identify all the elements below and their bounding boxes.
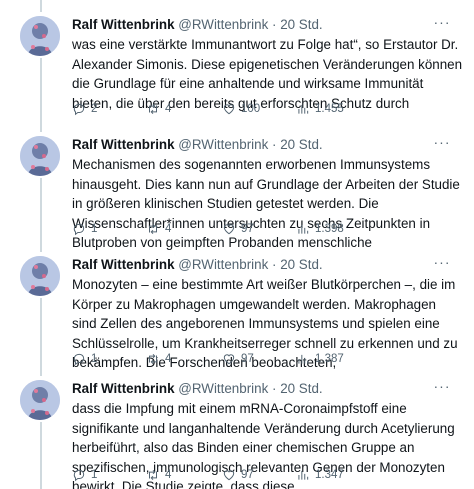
author-handle[interactable]: @RWittenbrink [178,137,268,152]
reply-icon [73,103,85,116]
tweet-actions: 1 4 97 1.398 [72,220,452,238]
views-count: 1.347 [315,469,344,481]
like-button[interactable]: 97 [222,220,254,238]
tweet[interactable]: Ralf Wittenbrink @RWittenbrink · 20 Std.… [0,378,474,489]
avatar-image [20,16,60,56]
more-options-icon[interactable]: ··· [432,254,452,274]
tweet-header: Ralf Wittenbrink @RWittenbrink · 20 Std. [72,380,464,398]
tweet-actions: 2 4 100 1.455 [72,100,452,118]
reply-button[interactable]: 1 [72,350,97,368]
tweet[interactable]: Ralf Wittenbrink @RWittenbrink · 20 Std.… [0,254,474,370]
tweet-text: Mechanismen des sogenannten erworbenen I… [72,157,460,251]
tweet-header: Ralf Wittenbrink @RWittenbrink · 20 Std. [72,136,464,154]
retweet-count: 4 [165,223,172,235]
retweet-button[interactable]: 4 [146,466,171,484]
tweet-actions: 1 4 97 1.387 [72,350,452,368]
reply-button[interactable]: 1 [72,466,97,484]
like-count: 97 [241,223,254,235]
tweet-actions: 1 4 97 1.347 [72,466,452,484]
views-button[interactable]: 1.398 [296,220,344,238]
heart-icon [223,354,235,365]
views-icon [298,224,309,234]
avatar-image [20,256,60,296]
views-count: 1.387 [315,353,344,365]
tweet-header: Ralf Wittenbrink @RWittenbrink · 20 Std. [72,16,464,34]
retweet-icon [149,353,157,365]
avatar[interactable] [20,380,60,420]
heart-icon [223,470,235,481]
views-icon [298,104,309,114]
thread-line [40,0,42,12]
tweet[interactable]: Ralf Wittenbrink @RWittenbrink · 20 Std.… [0,134,474,250]
reply-count: 2 [91,103,98,115]
timestamp[interactable]: · 20 Std. [272,381,323,396]
tweet[interactable]: Ralf Wittenbrink @RWittenbrink · 20 Std.… [0,14,474,120]
reply-button[interactable]: 2 [72,100,97,118]
avatar[interactable] [20,136,60,176]
more-options-icon[interactable]: ··· [432,14,452,34]
timestamp[interactable]: · 20 Std. [272,257,323,272]
avatar[interactable] [20,16,60,56]
author-handle[interactable]: @RWittenbrink [178,257,268,272]
author-handle[interactable]: @RWittenbrink [178,17,268,32]
views-count: 1.455 [315,103,344,115]
reply-icon [73,353,85,366]
retweet-count: 4 [165,103,172,115]
views-button[interactable]: 1.455 [296,100,344,118]
retweet-icon [149,223,157,235]
author-name[interactable]: Ralf Wittenbrink [72,257,175,272]
views-count: 1.398 [315,223,344,235]
retweet-button[interactable]: 4 [146,350,171,368]
like-button[interactable]: 100 [222,100,260,118]
reply-count: 1 [91,353,98,365]
retweet-icon [149,469,157,481]
retweet-count: 4 [165,353,172,365]
heart-icon [223,104,235,115]
avatar-image [20,380,60,420]
like-count: 97 [241,353,254,365]
reply-icon [73,469,85,482]
reply-count: 1 [91,223,98,235]
more-options-icon[interactable]: ··· [432,378,452,398]
reply-count: 1 [91,469,98,481]
avatar-image [20,136,60,176]
timestamp[interactable]: · 20 Std. [272,137,323,152]
views-icon [298,470,309,480]
timestamp[interactable]: · 20 Std. [272,17,323,32]
author-name[interactable]: Ralf Wittenbrink [72,137,175,152]
tweet-header: Ralf Wittenbrink @RWittenbrink · 20 Std. [72,256,464,274]
more-options-icon[interactable]: ··· [432,134,452,154]
retweet-icon [149,103,157,115]
avatar[interactable] [20,256,60,296]
views-button[interactable]: 1.387 [296,350,344,368]
like-count: 97 [241,469,254,481]
author-handle[interactable]: @RWittenbrink [178,381,268,396]
heart-icon [223,224,235,235]
like-count: 100 [241,103,261,115]
views-button[interactable]: 1.347 [296,466,344,484]
retweet-count: 4 [165,469,172,481]
views-icon [298,354,309,364]
retweet-button[interactable]: 4 [146,220,171,238]
author-name[interactable]: Ralf Wittenbrink [72,17,175,32]
like-button[interactable]: 97 [222,466,254,484]
retweet-button[interactable]: 4 [146,100,171,118]
like-button[interactable]: 97 [222,350,254,368]
author-name[interactable]: Ralf Wittenbrink [72,381,175,396]
reply-button[interactable]: 1 [72,220,97,238]
reply-icon [73,223,85,236]
